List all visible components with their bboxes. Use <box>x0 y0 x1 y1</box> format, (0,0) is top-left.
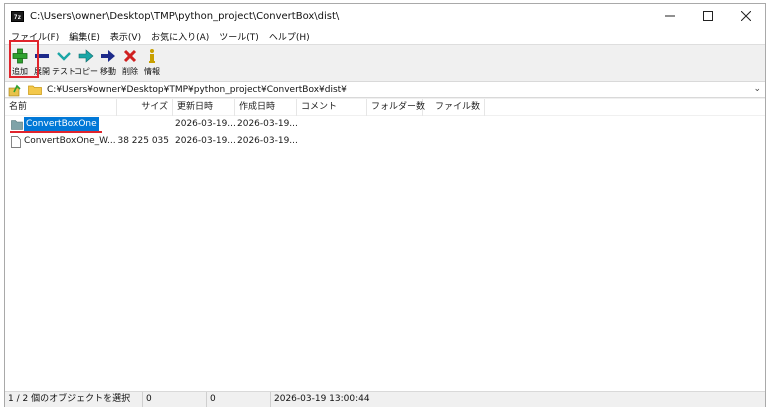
selection-underline-marker <box>10 131 102 133</box>
file-list: 名前 サイズ 更新日時 作成日時 コメント フォルダー数 ファイル数 Conve… <box>5 99 765 391</box>
row-modified: 2026-03-19... <box>175 136 236 146</box>
folder-icon <box>28 85 42 95</box>
extract-button[interactable]: 展開 <box>31 46 53 78</box>
status-selection: 1 / 2 個のオブジェクトを選択 <box>5 392 143 407</box>
test-button[interactable]: テスト <box>52 46 76 78</box>
menu-help[interactable]: ヘルプ(H) <box>264 30 315 43</box>
copy-button[interactable]: コピー <box>74 46 98 78</box>
table-row[interactable]: ConvertBoxOne_W... 38 225 035 2026-03-19… <box>5 134 765 149</box>
column-comment[interactable]: コメント <box>297 99 367 116</box>
column-name[interactable]: 名前 <box>5 99 117 116</box>
folder-icon <box>11 120 23 130</box>
row-name[interactable]: ConvertBoxOne <box>24 117 99 132</box>
column-size[interactable]: サイズ <box>117 99 173 116</box>
menu-edit[interactable]: 編集(E) <box>64 30 105 43</box>
column-files[interactable]: ファイル数 <box>423 99 485 116</box>
maximize-icon <box>703 11 713 21</box>
row-modified: 2026-03-19... <box>175 119 236 129</box>
minimize-button[interactable] <box>651 4 689 28</box>
row-created: 2026-03-19... <box>237 119 298 129</box>
delete-button[interactable]: 削除 <box>119 46 141 78</box>
status-size: 0 <box>143 392 207 407</box>
move-label: 移動 <box>100 67 116 76</box>
info-icon <box>144 48 160 64</box>
add-button[interactable]: 追加 <box>9 46 31 78</box>
up-folder-icon <box>8 84 21 96</box>
window-controls <box>651 4 765 28</box>
move-icon <box>100 48 116 64</box>
menu-favorites[interactable]: お気に入り(A) <box>146 30 214 43</box>
column-header: 名前 サイズ 更新日時 作成日時 コメント フォルダー数 ファイル数 <box>5 99 765 116</box>
extract-label: 展開 <box>34 67 50 76</box>
status-datetime: 2026-03-19 13:00:44 <box>274 394 370 404</box>
address-path[interactable]: C:¥Users¥owner¥Desktop¥TMP¥python_projec… <box>47 85 347 95</box>
column-folders[interactable]: フォルダー数 <box>367 99 425 116</box>
status-bar: 1 / 2 個のオブジェクトを選択 0 0 2026-03-19 13:00:4… <box>5 391 765 407</box>
row-created: 2026-03-19... <box>237 136 298 146</box>
column-modified[interactable]: 更新日時 <box>173 99 235 116</box>
extract-icon <box>34 48 50 64</box>
add-label: 追加 <box>12 67 28 76</box>
copy-label: コピー <box>74 67 98 76</box>
title-bar: 7z C:\Users\owner\Desktop\TMP\python_pro… <box>5 4 765 28</box>
minimize-icon <box>665 15 675 17</box>
status-packed-size: 0 <box>207 392 271 407</box>
toolbar: 追加 展開 テスト コピー 移動 削除 情報 <box>5 46 765 80</box>
close-icon <box>741 11 751 21</box>
row-name[interactable]: ConvertBoxOne_W... <box>24 134 116 149</box>
window-title: C:\Users\owner\Desktop\TMP\python_projec… <box>30 10 340 22</box>
app-window: 7z C:\Users\owner\Desktop\TMP\python_pro… <box>4 3 766 407</box>
menu-bar: ファイル(F) 編集(E) 表示(V) お気に入り(A) ツール(T) ヘルプ(… <box>5 28 765 45</box>
menu-tools[interactable]: ツール(T) <box>214 30 264 43</box>
delete-icon <box>122 48 138 64</box>
menu-file[interactable]: ファイル(F) <box>5 30 64 43</box>
address-dropdown-icon[interactable]: ⌄ <box>753 84 761 94</box>
info-label: 情報 <box>144 67 160 76</box>
delete-label: 削除 <box>122 67 138 76</box>
info-button[interactable]: 情報 <box>141 46 163 78</box>
up-folder-button[interactable] <box>8 83 22 97</box>
test-label: テスト <box>52 67 76 76</box>
7zip-app-icon: 7z <box>11 10 24 22</box>
close-button[interactable] <box>727 4 765 28</box>
row-size: 38 225 035 <box>117 136 169 146</box>
file-icon <box>11 136 21 148</box>
table-row[interactable]: ConvertBoxOne 2026-03-19... 2026-03-19..… <box>5 117 765 132</box>
column-created[interactable]: 作成日時 <box>235 99 297 116</box>
copy-icon <box>78 48 94 64</box>
address-bar: C:¥Users¥owner¥Desktop¥TMP¥python_projec… <box>5 81 765 98</box>
maximize-button[interactable] <box>689 4 727 28</box>
menu-view[interactable]: 表示(V) <box>105 30 146 43</box>
move-button[interactable]: 移動 <box>97 46 119 78</box>
add-icon <box>12 48 28 64</box>
test-icon <box>56 48 72 64</box>
